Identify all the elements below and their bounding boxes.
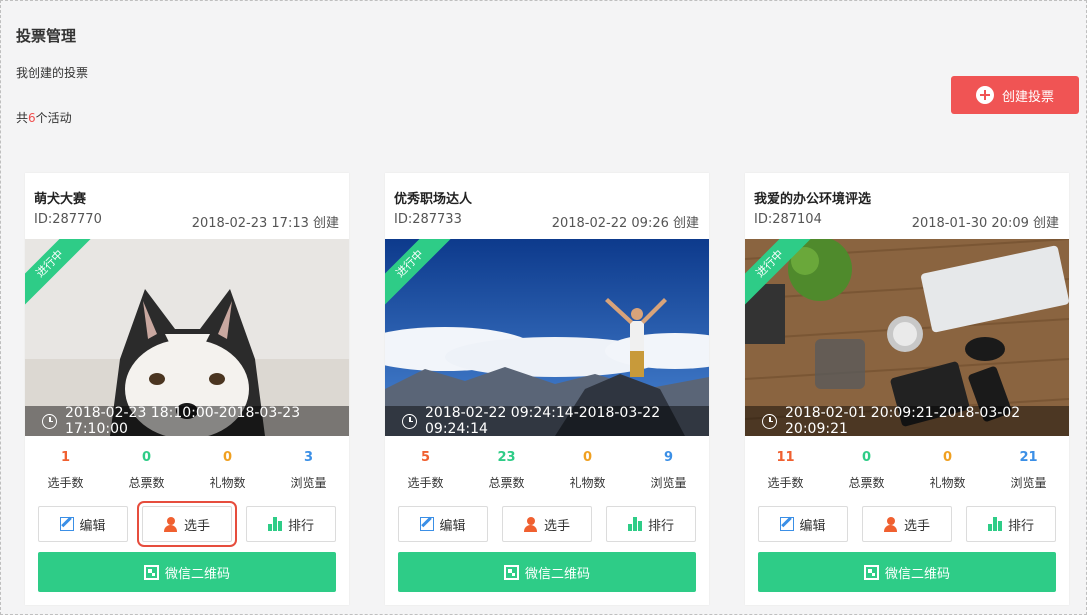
wechat-qr-button[interactable]: 微信二维码 <box>398 552 696 592</box>
vote-card: 优秀职场达人 ID:287733 2018-02-22 09:26 创建 进行中… <box>385 173 709 605</box>
activity-period: 2018-02-23 18:10:00-2018-03-23 17:10:00 <box>25 405 349 436</box>
card-id: ID:287770 <box>34 212 102 227</box>
office-desk-photo[interactable]: 进行中 2018-02-01 20:09:21-2018-03-02 20:09… <box>745 239 1069 436</box>
stat-players: 1 选手数 <box>47 450 84 490</box>
husky-dog-photo[interactable]: 进行中 2018-02-23 18:10:00-2018-03-23 17:10… <box>25 239 349 436</box>
players-button[interactable]: 选手 <box>502 506 592 542</box>
stats-row: 1 选手数 0 总票数 0 礼物数 3 浏览量 <box>25 450 349 494</box>
bar-chart-icon <box>987 517 1003 531</box>
card-created-time: 2018-02-22 09:26 创建 <box>551 216 699 231</box>
edit-icon <box>780 517 795 531</box>
card-id: ID:287733 <box>394 212 462 227</box>
card-title: 我爱的办公环境评选 <box>754 192 872 207</box>
period-text: 2018-02-22 09:24:14-2018-03-22 09:24:14 <box>425 405 661 436</box>
qr-code-icon <box>503 564 519 580</box>
stat-views: 3 浏览量 <box>290 450 327 490</box>
activity-period: 2018-02-01 20:09:21-2018-03-02 20:09:21 <box>745 405 1069 436</box>
wechat-qr-button[interactable]: 微信二维码 <box>758 552 1056 592</box>
stat-gifts: 0 礼物数 <box>569 450 606 490</box>
activity-period: 2018-02-22 09:24:14-2018-03-22 09:24:14 <box>385 405 709 436</box>
activity-count: 共6个活动 <box>16 111 72 125</box>
mountain-summit-photo[interactable]: 进行中 2018-02-22 09:24:14-2018-03-22 09:24… <box>385 239 709 436</box>
stat-gifts: 0 礼物数 <box>209 450 246 490</box>
card-title: 萌犬大赛 <box>34 192 87 207</box>
edit-icon <box>60 517 75 531</box>
period-text: 2018-02-23 18:10:00-2018-03-23 17:10:00 <box>65 405 301 436</box>
wechat-qr-button[interactable]: 微信二维码 <box>38 552 336 592</box>
stat-players: 5 选手数 <box>407 450 444 490</box>
rank-button[interactable]: 排行 <box>606 506 696 542</box>
clock-icon <box>42 413 57 429</box>
plus-circle-icon <box>975 86 994 104</box>
edit-icon <box>420 517 435 531</box>
stat-views: 21 浏览量 <box>1010 450 1047 490</box>
stats-row: 11 选手数 0 总票数 0 礼物数 21 浏览量 <box>745 450 1069 494</box>
create-vote-label: 创建投票 <box>1001 89 1054 105</box>
edit-button[interactable]: 编辑 <box>758 506 848 542</box>
stat-votes: 0 总票数 <box>128 450 165 490</box>
stat-gifts: 0 礼物数 <box>929 450 966 490</box>
clock-icon <box>762 413 777 429</box>
stat-votes: 0 总票数 <box>848 450 885 490</box>
page-title: 投票管理 <box>16 27 77 45</box>
vote-card: 萌犬大赛 ID:287770 2018-02-23 17:13 创建 进行中 2… <box>25 173 349 605</box>
bar-chart-icon <box>627 517 643 531</box>
period-text: 2018-02-01 20:09:21-2018-03-02 20:09:21 <box>785 405 1021 436</box>
section-title: 我创建的投票 <box>16 66 89 80</box>
rank-button[interactable]: 排行 <box>246 506 336 542</box>
stat-votes: 23 总票数 <box>488 450 525 490</box>
clock-icon <box>402 413 417 429</box>
card-title: 优秀职场达人 <box>394 192 473 207</box>
edit-button[interactable]: 编辑 <box>38 506 128 542</box>
stat-players: 11 选手数 <box>767 450 804 490</box>
players-button[interactable]: 选手 <box>137 501 237 547</box>
stat-views: 9 浏览量 <box>650 450 687 490</box>
rank-button[interactable]: 排行 <box>966 506 1056 542</box>
qr-code-icon <box>143 564 159 580</box>
user-icon <box>883 516 899 532</box>
card-id: ID:287104 <box>754 212 822 227</box>
qr-code-icon <box>863 564 879 580</box>
activity-count-number: 6 <box>28 111 36 125</box>
edit-button[interactable]: 编辑 <box>398 506 488 542</box>
user-icon <box>523 516 539 532</box>
bar-chart-icon <box>267 517 283 531</box>
stats-row: 5 选手数 23 总票数 0 礼物数 9 浏览量 <box>385 450 709 494</box>
players-button[interactable]: 选手 <box>862 506 952 542</box>
page-frame: 投票管理 我创建的投票 共6个活动 创建投票 萌犬大赛 ID:287770 20… <box>0 0 1087 615</box>
user-icon <box>163 516 179 532</box>
vote-card: 我爱的办公环境评选 ID:287104 2018-01-30 20:09 创建 … <box>745 173 1069 605</box>
card-created-time: 2018-02-23 17:13 创建 <box>191 216 339 231</box>
create-vote-button[interactable]: 创建投票 <box>951 76 1079 114</box>
card-created-time: 2018-01-30 20:09 创建 <box>911 216 1059 231</box>
